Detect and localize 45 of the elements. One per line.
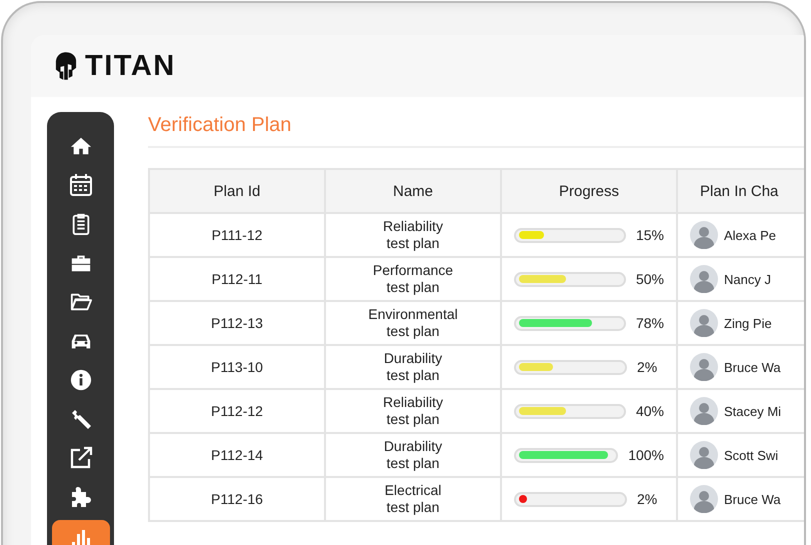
owner-name: Zing Pie [724,316,772,330]
table-cell: P113-10 [149,345,325,389]
avatar-icon [690,353,718,381]
column-header: Plan Id [149,169,325,213]
table-cell: P112-12 [149,389,325,433]
progress-percent: 2% [637,491,658,507]
avatar-icon [690,441,718,469]
owner-name: Alexa Pe [724,228,776,242]
info-icon [70,368,92,390]
progress-percent: 2% [637,359,658,375]
table-cell: Performance test plan [325,257,501,301]
owner-name: Scott Swi [724,448,778,462]
column-header: Name [325,169,501,213]
logo-text: TITAN [85,50,176,82]
owner-name: Stacey Mi [724,404,782,418]
calendar-icon [68,172,92,196]
owner-name: Bruce Wa [724,492,781,506]
table-cell: Environmental test plan [325,301,501,345]
table-cell: Electrical test plan [325,477,501,521]
progress-percent: 50% [636,271,664,287]
table-cell: P112-16 [149,477,325,521]
avatar-icon [690,265,718,293]
progress-percent: 15% [636,227,664,243]
owner-name: Nancy J [724,272,771,286]
page-title: Verification Plan [148,114,292,137]
table-cell: P112-14 [149,433,325,477]
table-cell: P112-13 [149,301,325,345]
table-cell: Reliability test plan [325,389,501,433]
progress-percent: 40% [636,403,664,419]
table-cell: Durability test plan [325,345,501,389]
progress-percent: 100% [628,447,664,463]
table-cell: P111-12 [149,213,325,257]
table-cell: Durability test plan [325,433,501,477]
column-header: Plan In Cha [677,169,804,213]
owner-name: Bruce Wa [724,360,781,374]
external-link-icon [68,446,92,470]
table-cell: P112-11 [149,257,325,301]
helmet-icon [55,51,77,81]
avatar-icon [690,309,718,337]
avatar-icon [690,485,718,513]
table-cell: Reliability test plan [325,213,501,257]
progress-percent: 78% [636,315,664,331]
avatar-icon [690,397,718,425]
avatar-icon [690,221,718,249]
column-header: Progress [501,169,677,213]
